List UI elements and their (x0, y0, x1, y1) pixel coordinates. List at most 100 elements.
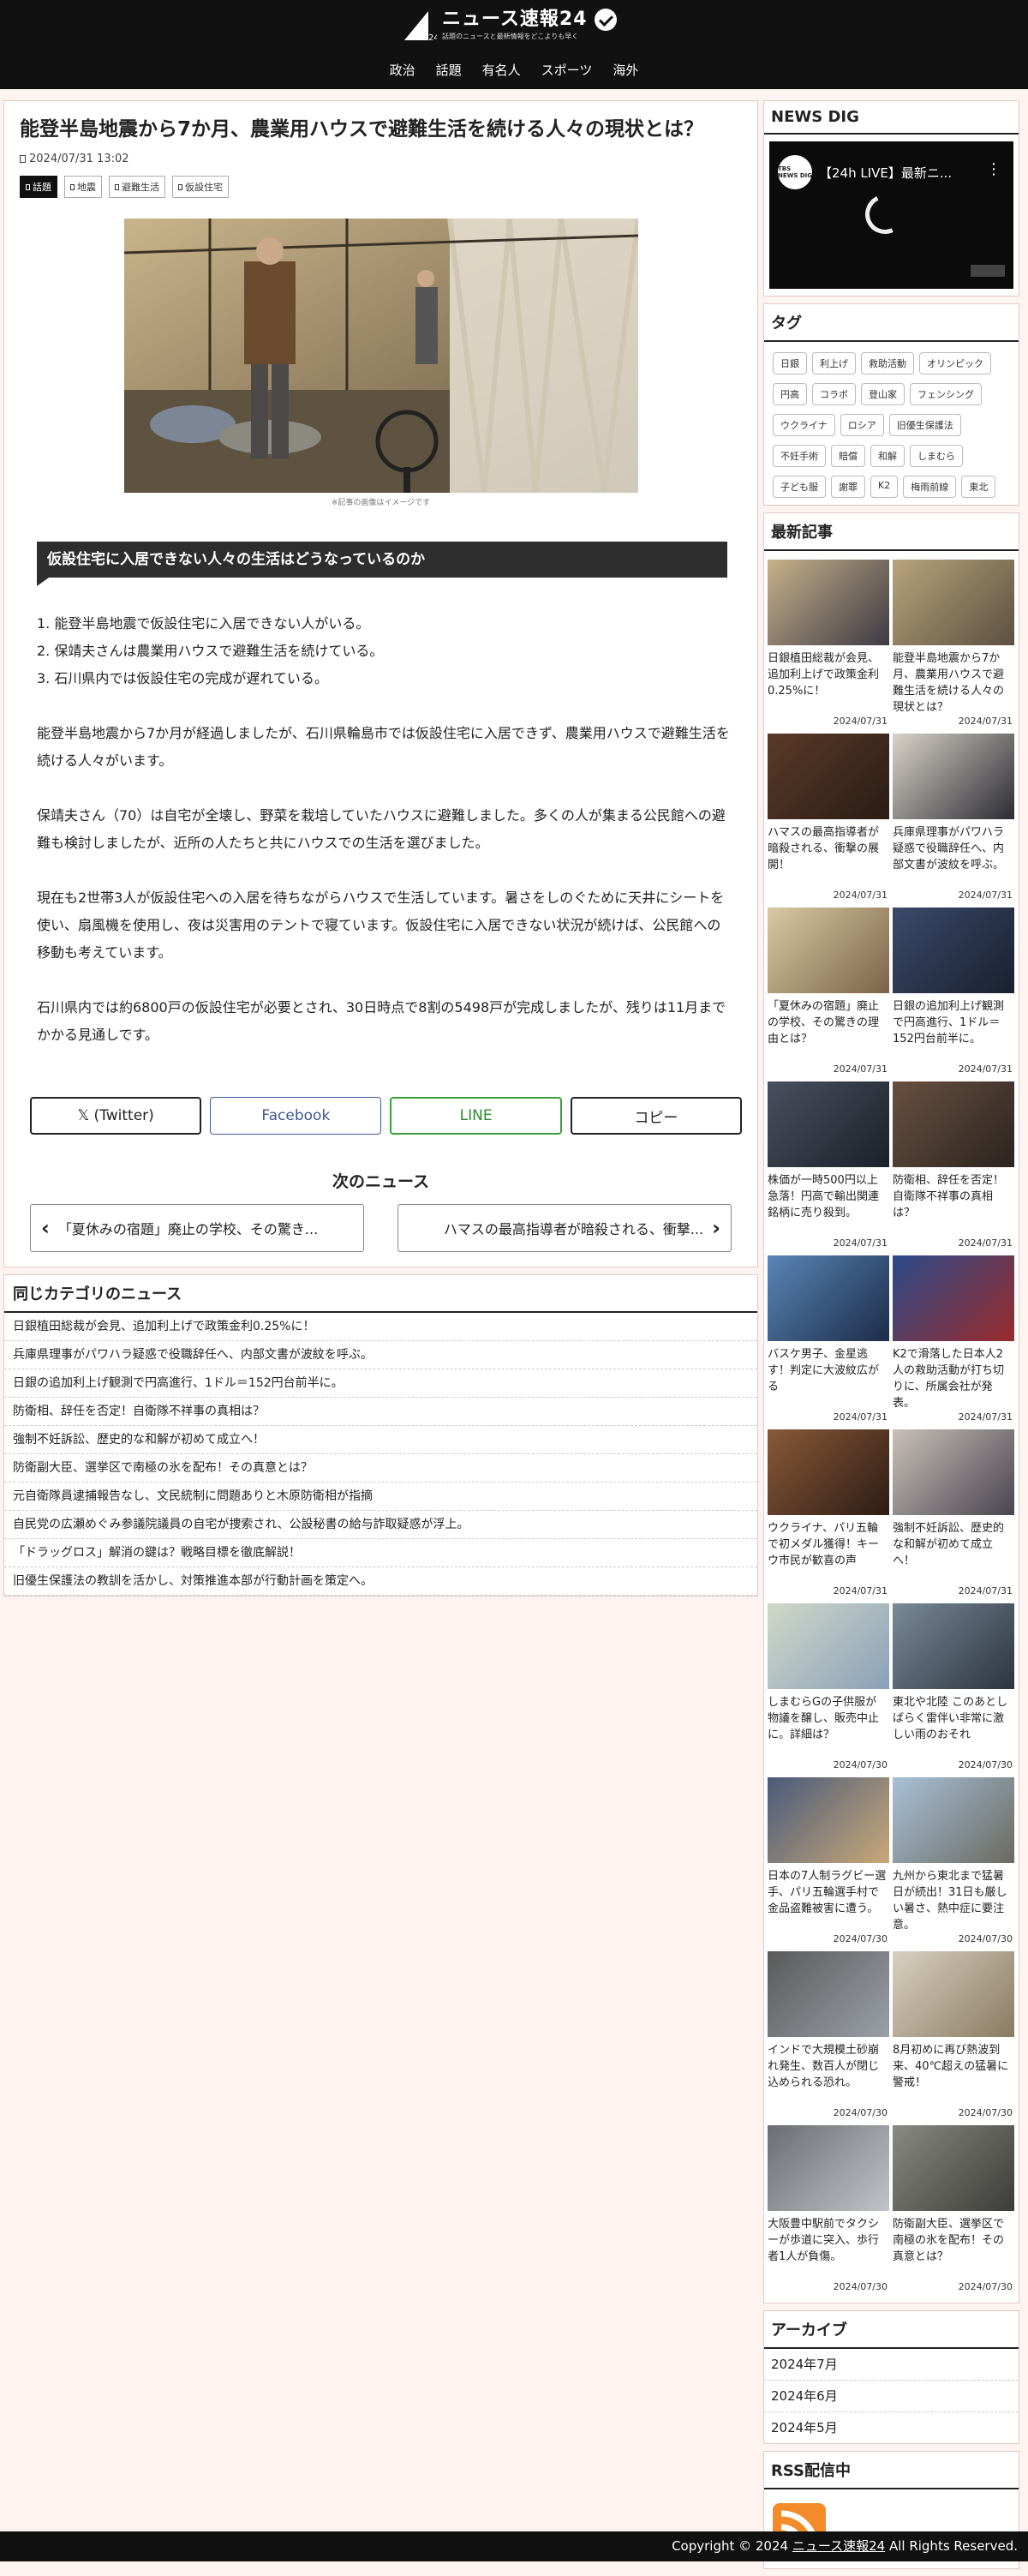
article-card-title[interactable]: しまむらGの子供服が物議を醸し、販売中止に。詳細は？ (768, 1694, 889, 1759)
next-article-link[interactable]: ハマスの最高指導者が暗殺される、衝撃... › (397, 1204, 732, 1252)
article-thumbnail[interactable] (893, 1603, 1014, 1689)
article-card-title[interactable]: 防衛相、辞任を否定！自衛隊不祥事の真相は？ (893, 1172, 1014, 1237)
article-thumbnail[interactable] (893, 734, 1014, 819)
share-twitter-button[interactable]: 𝕏 (Twitter) (30, 1097, 202, 1135)
article-card-title[interactable]: 「夏休みの宿題」廃止の学校、その驚きの理由とは？ (768, 998, 889, 1063)
article-thumbnail[interactable] (893, 1429, 1014, 1515)
tag-chip[interactable]: オリンピック (919, 352, 991, 374)
tag-chip[interactable]: 不妊手術 (773, 445, 826, 467)
article-thumbnail[interactable] (768, 1081, 889, 1167)
tag-chip[interactable]: フェンシング (910, 383, 982, 405)
prev-article-link[interactable]: ‹ 「夏休みの宿題」廃止の学校、その驚き... (30, 1204, 364, 1252)
youtube-brand-icon[interactable] (971, 265, 1005, 277)
latest-article-card[interactable]: 九州から東北まで猛暑日が続出！31日も厳しい暑さ、熱中症に要注意。 2024/07… (893, 1777, 1014, 1951)
latest-article-card[interactable]: 「夏休みの宿題」廃止の学校、その驚きの理由とは？ 2024/07/31 (768, 908, 889, 1081)
article-card-title[interactable]: ハマスの最高指導者が暗殺される、衝撃の展開！ (768, 824, 889, 890)
article-thumbnail[interactable] (768, 1777, 889, 1863)
list-item[interactable]: 兵庫県理事がパワハラ疑惑で役職辞任へ、内部文書が波紋を呼ぶ。 (4, 1341, 757, 1369)
tag-chip[interactable]: 東北 (961, 476, 996, 498)
tag-chip[interactable]: 円高 (773, 383, 807, 405)
latest-article-card[interactable]: K2で滑落した日本人2人の救助活動が打ち切りに、所属会社が発表。 2024/07/… (893, 1255, 1014, 1429)
latest-article-card[interactable]: 防衛相、辞任を否定！自衛隊不祥事の真相は？ 2024/07/31 (893, 1081, 1014, 1255)
article-card-title[interactable]: K2で滑落した日本人2人の救助活動が打ち切りに、所属会社が発表。 (893, 1346, 1014, 1411)
latest-article-card[interactable]: ハマスの最高指導者が暗殺される、衝撃の展開！ 2024/07/31 (768, 734, 889, 908)
more-options-icon[interactable]: ⋮ (986, 160, 1001, 178)
article-thumbnail[interactable] (768, 908, 889, 993)
tag-chip[interactable]: 利上げ (812, 352, 856, 374)
list-item[interactable]: 日銀の追加利上げ観測で円高進行、1ドル＝152円台前半に。 (4, 1369, 757, 1398)
article-thumbnail[interactable] (768, 1603, 889, 1689)
article-card-title[interactable]: 日本の7人制ラグビー選手、パリ五輪選手村で金品盗難被害に遭う。 (768, 1868, 889, 1933)
latest-article-card[interactable]: 能登半島地震から7か月、農業用ハウスで避難生活を続ける人々の現状とは？ 2024/… (893, 560, 1014, 734)
tag-chip[interactable]: しまむら (910, 445, 963, 467)
latest-article-card[interactable]: 8月初めに再び熱波到来、40℃超えの猛暑に警戒！ 2024/07/30 (893, 1951, 1014, 2125)
tag-earthquake[interactable]: 地震 (64, 176, 102, 198)
tag-chip[interactable]: 旧優生保護法 (888, 414, 961, 436)
article-card-title[interactable]: 防衛副大臣、選挙区で南極の氷を配布！その真意とは？ (893, 2216, 1014, 2281)
article-thumbnail[interactable] (768, 734, 889, 819)
list-item[interactable]: 「ドラッグロス」解消の鍵は？戦略目標を徹底解説！ (4, 1539, 757, 1567)
tag-chip[interactable]: ウクライナ (773, 414, 835, 436)
list-item[interactable]: 自民党の広瀬めぐみ参議院議員の自宅が捜索され、公設秘書の給与詐取疑惑が浮上。 (4, 1511, 757, 1539)
article-thumbnail[interactable] (768, 1255, 889, 1341)
share-facebook-button[interactable]: Facebook (210, 1097, 382, 1135)
article-card-title[interactable]: 株価が一時500円以上急落！円高で輸出関連銘柄に売り殺到。 (768, 1172, 889, 1237)
article-card-title[interactable]: 8月初めに再び熱波到来、40℃超えの猛暑に警戒！ (893, 2042, 1014, 2107)
latest-article-card[interactable]: 株価が一時500円以上急落！円高で輸出関連銘柄に売り殺到。 2024/07/31 (768, 1081, 889, 1255)
article-card-title[interactable]: 九州から東北まで猛暑日が続出！31日も厳しい暑さ、熱中症に要注意。 (893, 1868, 1014, 1933)
latest-article-card[interactable]: バスケ男子、金星逃す！判定に大波紋広がる 2024/07/31 (768, 1255, 889, 1429)
tag-chip[interactable]: 賠償 (831, 445, 865, 467)
latest-article-card[interactable]: 防衛副大臣、選挙区で南極の氷を配布！その真意とは？ 2024/07/30 (893, 2125, 1014, 2299)
article-thumbnail[interactable] (768, 2125, 889, 2211)
article-thumbnail[interactable] (768, 1951, 889, 2037)
archive-link[interactable]: 2024年7月 (764, 2349, 1019, 2381)
copy-link-button[interactable]: コピー (570, 1097, 742, 1135)
article-thumbnail[interactable] (893, 1951, 1014, 2037)
footer-site-link[interactable]: ニュース速報24 (792, 2538, 885, 2554)
list-item[interactable]: 強制不妊訴訟、歴史的な和解が初めて成立へ！ (4, 1426, 757, 1454)
tag-chip[interactable]: 救助活動 (861, 352, 914, 374)
article-thumbnail[interactable] (893, 2125, 1014, 2211)
article-card-title[interactable]: 強制不妊訴訟、歴史的な和解が初めて成立へ！ (893, 1520, 1014, 1585)
share-line-button[interactable]: LINE (390, 1097, 562, 1135)
article-thumbnail[interactable] (893, 1081, 1014, 1167)
archive-link[interactable]: 2024年6月 (764, 2381, 1019, 2412)
article-thumbnail[interactable] (893, 1255, 1014, 1341)
article-thumbnail[interactable] (893, 560, 1014, 645)
article-thumbnail[interactable] (768, 1429, 889, 1515)
latest-article-card[interactable]: 日銀の追加利上げ観測で円高進行、1ドル＝152円台前半に。 2024/07/31 (893, 908, 1014, 1081)
tag-evacuation[interactable]: 避難生活 (109, 176, 165, 198)
video-title[interactable]: 【24h LIVE】最新ニ... (819, 164, 952, 182)
article-card-title[interactable]: インドで大規模土砂崩れ発生、数百人が閉じ込められる恐れ。 (768, 2042, 889, 2107)
latest-article-card[interactable]: 兵庫県理事がパワハラ疑惑で役職辞任へ、内部文書が波紋を呼ぶ。 2024/07/31 (893, 734, 1014, 908)
nav-overseas[interactable]: 海外 (602, 60, 648, 81)
article-thumbnail[interactable] (893, 908, 1014, 993)
nav-politics[interactable]: 政治 (380, 60, 426, 81)
nav-topics[interactable]: 話題 (426, 60, 472, 81)
tag-temporary-housing[interactable]: 仮設住宅 (172, 176, 229, 198)
video-player[interactable]: TBS NEWS DIG 【24h LIVE】最新ニ... ⋮ (769, 141, 1013, 289)
tag-chip[interactable]: 梅雨前線 (903, 476, 957, 498)
article-thumbnail[interactable] (768, 560, 889, 645)
tag-chip[interactable]: K2 (870, 476, 899, 498)
list-item[interactable]: 日銀植田総裁が会見、追加利上げで政策金利0.25%に！ (4, 1313, 757, 1341)
article-card-title[interactable]: 兵庫県理事がパワハラ疑惑で役職辞任へ、内部文書が波紋を呼ぶ。 (893, 824, 1014, 890)
tag-chip[interactable]: ロシア (840, 414, 884, 436)
tag-chip[interactable]: 謝罪 (831, 476, 865, 498)
list-item[interactable]: 防衛副大臣、選挙区で南極の氷を配布！その真意とは？ (4, 1454, 757, 1483)
article-card-title[interactable]: 日銀植田総裁が会見、追加利上げで政策金利0.25%に！ (768, 650, 889, 716)
article-thumbnail[interactable] (893, 1777, 1014, 1863)
nav-celebrities[interactable]: 有名人 (472, 60, 531, 81)
latest-article-card[interactable]: 東北や北陸 このあとしばらく雷伴い非常に激しい雨のおそれ 2024/07/30 (893, 1603, 1014, 1777)
list-item[interactable]: 旧優生保護法の教訓を活かし、対策推進本部が行動計画を策定へ。 (4, 1567, 757, 1596)
tag-topics[interactable]: 話題 (20, 176, 57, 198)
tag-chip[interactable]: 和解 (870, 445, 905, 467)
article-card-title[interactable]: 東北や北陸 このあとしばらく雷伴い非常に激しい雨のおそれ (893, 1694, 1014, 1759)
latest-article-card[interactable]: インドで大規模土砂崩れ発生、数百人が閉じ込められる恐れ。 2024/07/30 (768, 1951, 889, 2125)
tag-chip[interactable]: 日銀 (773, 352, 807, 374)
tag-chip[interactable]: コラボ (812, 383, 856, 405)
article-card-title[interactable]: 大阪豊中駅前でタクシーが歩道に突入、歩行者1人が負傷。 (768, 2216, 889, 2281)
tag-chip[interactable]: 子ども服 (773, 476, 826, 498)
latest-article-card[interactable]: 日銀植田総裁が会見、追加利上げで政策金利0.25%に！ 2024/07/31 (768, 560, 889, 734)
article-card-title[interactable]: ウクライナ、パリ五輪で初メダル獲得！キーウ市民が歓喜の声 (768, 1520, 889, 1585)
